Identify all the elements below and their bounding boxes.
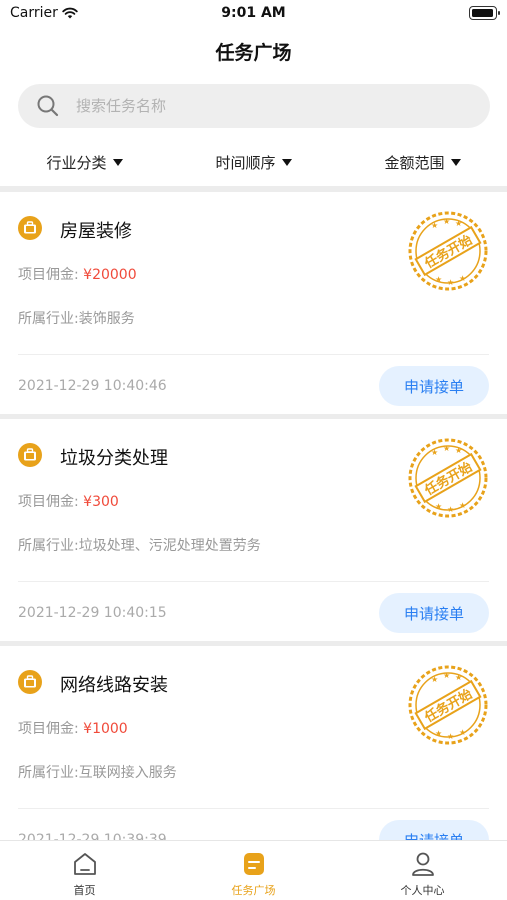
commission-label: 项目佣金: bbox=[18, 721, 79, 737]
task-time: 2021-12-29 10:40:46 bbox=[18, 378, 167, 394]
commission-amount: ¥300 bbox=[83, 494, 119, 510]
search-bar[interactable] bbox=[18, 84, 490, 128]
filter-label: 金额范围 bbox=[384, 153, 445, 172]
task-commission: 项目佣金: ¥20000 bbox=[18, 264, 137, 284]
page-title: 任务广场 bbox=[215, 42, 292, 64]
divider bbox=[18, 581, 489, 582]
briefcase-icon bbox=[18, 670, 42, 694]
tab-profile[interactable]: 个人中心 bbox=[338, 841, 507, 900]
svg-text:★: ★ bbox=[431, 221, 438, 230]
task-industry: 所属行业:垃圾处理、污泥处理处置劳务 bbox=[18, 538, 261, 554]
task-commission: 项目佣金: ¥1000 bbox=[18, 718, 128, 738]
task-start-stamp: ★ ★ ★ ★ ★ ★ 任务开始 bbox=[408, 211, 488, 291]
filter-bar: 行业分类 时间顺序 金额范围 bbox=[0, 140, 507, 184]
task-card[interactable]: 房屋装修 项目佣金: ¥20000 所属行业:装饰服务 ★ ★ ★ ★ ★ ★ … bbox=[0, 192, 507, 414]
briefcase-icon bbox=[18, 216, 42, 240]
task-title: 房屋装修 bbox=[60, 221, 132, 242]
divider bbox=[18, 354, 489, 355]
divider bbox=[18, 808, 489, 809]
filter-industry[interactable]: 行业分类 bbox=[0, 140, 169, 184]
commission-label: 项目佣金: bbox=[18, 267, 79, 283]
tab-label: 首页 bbox=[73, 884, 96, 897]
filter-amount-range[interactable]: 金额范围 bbox=[338, 140, 507, 184]
caret-down-icon bbox=[281, 158, 292, 166]
task-industry: 所属行业:互联网接入服务 bbox=[18, 765, 177, 781]
task-start-stamp: ★ ★ ★ ★ ★ ★ 任务开始 bbox=[408, 665, 488, 745]
svg-text:★: ★ bbox=[459, 728, 466, 737]
status-bar: Carrier 9:01 AM bbox=[0, 0, 507, 28]
caret-down-icon bbox=[450, 158, 461, 166]
svg-text:★: ★ bbox=[431, 675, 438, 684]
home-icon bbox=[73, 853, 96, 875]
svg-text:★: ★ bbox=[431, 448, 438, 457]
svg-text:★: ★ bbox=[435, 275, 442, 284]
filter-label: 行业分类 bbox=[46, 153, 107, 172]
svg-text:★: ★ bbox=[435, 729, 442, 738]
apply-button[interactable]: 申请接单 bbox=[379, 820, 489, 840]
svg-text:★: ★ bbox=[443, 217, 450, 226]
svg-text:★: ★ bbox=[447, 505, 454, 514]
tab-task-square[interactable]: 任务广场 bbox=[169, 841, 338, 900]
task-list[interactable]: 房屋装修 项目佣金: ¥20000 所属行业:装饰服务 ★ ★ ★ ★ ★ ★ … bbox=[0, 186, 507, 840]
apply-button[interactable]: 申请接单 bbox=[379, 593, 489, 633]
svg-text:★: ★ bbox=[455, 673, 462, 682]
task-card[interactable]: 垃圾分类处理 项目佣金: ¥300 所属行业:垃圾处理、污泥处理处置劳务 ★ ★… bbox=[0, 419, 507, 641]
task-time: 2021-12-29 10:40:15 bbox=[18, 605, 167, 621]
commission-label: 项目佣金: bbox=[18, 494, 79, 510]
svg-text:★: ★ bbox=[447, 732, 454, 741]
commission-amount: ¥20000 bbox=[83, 267, 137, 283]
search-input[interactable] bbox=[76, 97, 456, 115]
task-card[interactable]: 网络线路安装 项目佣金: ¥1000 所属行业:互联网接入服务 ★ ★ ★ ★ … bbox=[0, 646, 507, 840]
tab-label: 个人中心 bbox=[400, 884, 445, 897]
svg-text:★: ★ bbox=[459, 274, 466, 283]
task-title: 垃圾分类处理 bbox=[60, 448, 168, 469]
battery-icon bbox=[469, 6, 500, 20]
apply-button[interactable]: 申请接单 bbox=[379, 366, 489, 406]
svg-text:★: ★ bbox=[447, 278, 454, 287]
svg-text:★: ★ bbox=[443, 671, 450, 680]
status-time: 9:01 AM bbox=[221, 5, 286, 21]
filter-label: 时间顺序 bbox=[215, 153, 276, 172]
task-square-icon bbox=[243, 853, 264, 875]
tab-home[interactable]: 首页 bbox=[0, 841, 169, 900]
caret-down-icon bbox=[112, 158, 123, 166]
task-time: 2021-12-29 10:39:39 bbox=[18, 832, 167, 840]
svg-text:★: ★ bbox=[455, 219, 462, 228]
svg-text:★: ★ bbox=[459, 501, 466, 510]
search-icon bbox=[36, 94, 60, 118]
svg-text:★: ★ bbox=[435, 502, 442, 511]
commission-amount: ¥1000 bbox=[83, 721, 128, 737]
profile-icon bbox=[411, 852, 434, 876]
svg-text:★: ★ bbox=[455, 446, 462, 455]
briefcase-icon bbox=[18, 443, 42, 467]
filter-time-order[interactable]: 时间顺序 bbox=[169, 140, 338, 184]
task-industry: 所属行业:装饰服务 bbox=[18, 311, 135, 327]
task-title: 网络线路安装 bbox=[60, 675, 168, 696]
tab-bar: 首页 任务广场 个人中心 bbox=[0, 840, 507, 900]
svg-text:★: ★ bbox=[443, 444, 450, 453]
task-start-stamp: ★ ★ ★ ★ ★ ★ 任务开始 bbox=[408, 438, 488, 518]
tab-label: 任务广场 bbox=[231, 884, 276, 897]
task-commission: 项目佣金: ¥300 bbox=[18, 491, 119, 511]
